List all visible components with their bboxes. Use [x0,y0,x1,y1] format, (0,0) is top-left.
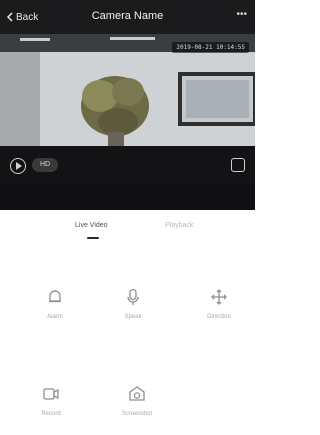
speak-button[interactable]: Speak [110,288,156,334]
bell-icon [49,290,61,303]
top-bar: Back Camera Name ••• [0,0,255,34]
speak-label: Speak [124,314,142,320]
direction-button[interactable]: Direction [196,288,242,334]
camera-icon [129,386,145,401]
record-label: Record [41,411,61,417]
tab-live-video[interactable]: Live Video [75,222,108,229]
alarm-label: Alarm [47,314,63,320]
play-pause-icon[interactable] [10,158,26,174]
alarm-button[interactable]: Alarm [32,288,78,334]
view-tabs: Live Video Playback [0,210,255,250]
screenshot-button[interactable]: Screenshot [114,385,160,431]
video-record-icon [43,388,59,400]
microphone-icon [127,288,139,305]
screenshot-label: Screenshot [121,411,153,417]
page-title: Camera Name [91,10,164,22]
quality-toggle[interactable]: HD [32,158,58,172]
direction-pad-icon [211,289,227,305]
record-button[interactable]: Record [28,385,74,431]
fullscreen-icon[interactable] [231,158,245,172]
divider-strip [0,184,255,210]
active-tab-indicator [87,237,99,239]
video-control-bar: HD [0,146,255,184]
timestamp-overlay: 2019-08-21 10:14:55 [172,42,249,53]
more-button[interactable]: ••• [236,9,247,20]
direction-label: Direction [207,314,231,320]
tab-playback[interactable]: Playback [165,222,193,229]
